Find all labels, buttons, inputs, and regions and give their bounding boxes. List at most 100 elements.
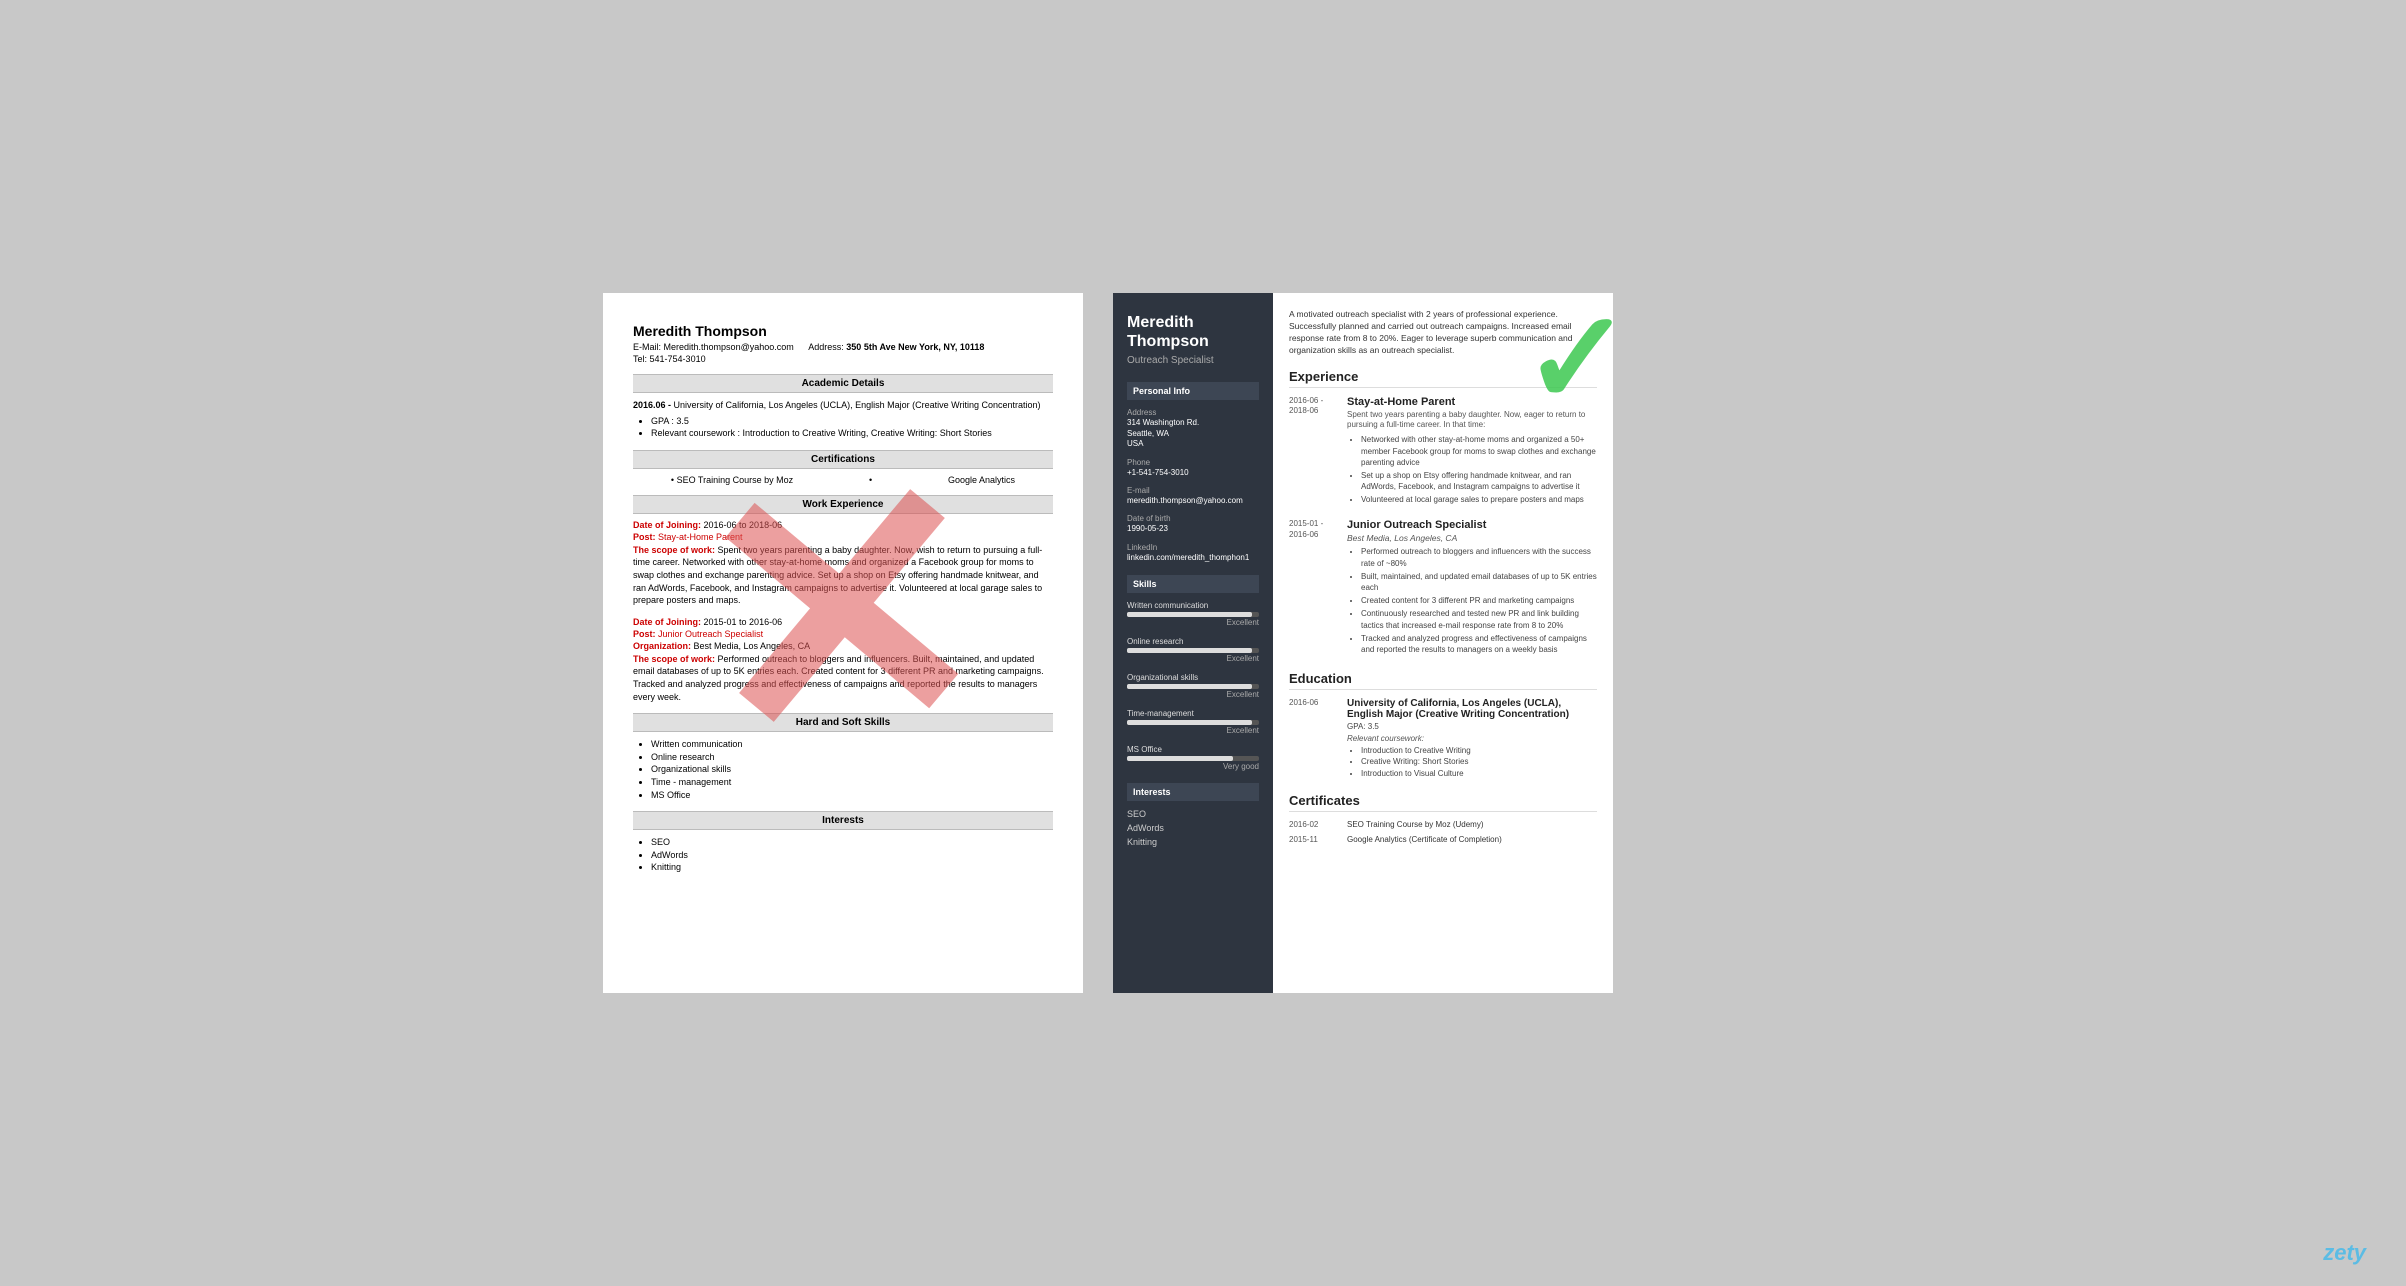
exp1-bullet-2: Set up a shop on Etsy offering handmade …	[1361, 470, 1597, 492]
course-1: Introduction to Creative Writing	[1361, 745, 1597, 756]
resume-bad: ✕ Meredith Thompson E-Mail: Meredith.tho…	[603, 293, 1083, 993]
zety-logo: zety	[2323, 1240, 2366, 1266]
exp1-body: Stay-at-Home Parent Spent two years pare…	[1347, 396, 1597, 508]
dob-label: Date of birth	[1127, 514, 1259, 523]
edu1-coursework: Introduction to Creative Writing Creativ…	[1361, 745, 1597, 779]
skill-1: Written communication	[651, 738, 1053, 751]
sidebar-name: Meredith Thompson	[1127, 313, 1259, 351]
tel-value: 541-754-3010	[650, 354, 706, 364]
education-title: Education	[1289, 671, 1597, 690]
summary: A motivated outreach specialist with 2 y…	[1289, 309, 1597, 357]
exp1-dates: 2016-06 - 2018-06	[1289, 396, 1339, 508]
sidebar: Meredith Thompson Outreach Specialist Pe…	[1113, 293, 1273, 993]
email-label: E-mail	[1127, 486, 1259, 495]
exp1-bullet-3: Volunteered at local garage sales to pre…	[1361, 494, 1597, 505]
tel-label: Tel:	[633, 354, 647, 364]
phone-label: Phone	[1127, 458, 1259, 467]
exp2-bullet-5: Tracked and analyzed progress and effect…	[1361, 633, 1597, 655]
edu-entry-1: 2016-06 University of California, Los An…	[1289, 698, 1597, 779]
personal-info-title: Personal Info	[1127, 382, 1259, 400]
exp2-bullet-4: Continuously researched and tested new P…	[1361, 608, 1597, 630]
cert-1: • SEO Training Course by Moz	[671, 475, 793, 485]
exp-entry-1: 2016-06 - 2018-06 Stay-at-Home Parent Sp…	[1289, 396, 1597, 508]
exp2-bullet-1: Performed outreach to bloggers and influ…	[1361, 546, 1597, 568]
exp1-bullets: Networked with other stay-at-home moms a…	[1361, 434, 1597, 505]
skill-3: Organizational skills	[651, 763, 1053, 776]
linkedin-label: LinkedIn	[1127, 543, 1259, 552]
skill-row-2: Online research Excellent	[1127, 637, 1259, 663]
certificates-title: Certificates	[1289, 793, 1597, 812]
edu-gpa: GPA : 3.5	[651, 415, 1053, 428]
cert-2: Google Analytics	[948, 475, 1015, 485]
edu1-coursework-label: Relevant coursework:	[1347, 734, 1597, 743]
skill-5: MS Office	[651, 789, 1053, 802]
skill-row-3: Organizational skills Excellent	[1127, 673, 1259, 699]
academic-header: Academic Details	[633, 374, 1053, 393]
work2-date: Date of Joining: 2015-01 to 2016-06	[633, 617, 1053, 627]
dob-value: 1990-05-23	[1127, 524, 1259, 534]
education-section: Education 2016-06 University of Californ…	[1289, 671, 1597, 779]
exp1-title: Stay-at-Home Parent	[1347, 396, 1597, 408]
interests-list: SEO AdWords Knitting	[651, 836, 1053, 874]
work-entry-2: Date of Joining: 2015-01 to 2016-06 Post…	[633, 617, 1053, 703]
resume-good: ✓ Meredith Thompson Outreach Specialist …	[1113, 293, 1613, 993]
edu-coursework: Relevant coursework : Introduction to Cr…	[651, 427, 1053, 440]
cert-entry-1: 2016-02 SEO Training Course by Moz (Udem…	[1289, 820, 1597, 829]
skills-header: Hard and Soft Skills	[633, 713, 1053, 732]
left-name: Meredith Thompson	[633, 323, 1053, 339]
linkedin-value: linkedin.com/meredith_thomphon1	[1127, 553, 1259, 563]
skill-row-5: MS Office Very good	[1127, 745, 1259, 771]
cert1-date: 2016-02	[1289, 820, 1339, 829]
skill-row-1: Written communication Excellent	[1127, 601, 1259, 627]
edu-date: 2016.06 - University of California, Los …	[633, 399, 1053, 412]
edu1-gpa: GPA: 3.5	[1347, 722, 1597, 731]
address-value: 314 Washington Rd. Seattle, WA USA	[1127, 418, 1259, 449]
interest-knitting: Knitting	[1127, 837, 1259, 847]
exp1-desc: Spent two years parenting a baby daughte…	[1347, 410, 1597, 431]
exp2-bullets: Performed outreach to bloggers and influ…	[1361, 546, 1597, 655]
work-header: Work Experience	[633, 495, 1053, 514]
work2-org: Organization: Best Media, Los Angeles, C…	[633, 641, 1053, 651]
email-label: E-Mail:	[633, 342, 661, 352]
exp2-company: Best Media, Los Angeles, CA	[1347, 533, 1597, 543]
skill-2: Online research	[651, 751, 1053, 764]
main-content: A motivated outreach specialist with 2 y…	[1273, 293, 1613, 993]
work2-post: Post: Junior Outreach Specialist	[633, 629, 1053, 639]
certificates-section: Certificates 2016-02 SEO Training Course…	[1289, 793, 1597, 844]
address-value: 350 5th Ave New York, NY, 10118	[846, 342, 984, 352]
work1-post: Post: Stay-at-Home Parent	[633, 532, 1053, 542]
exp1-bullet-1: Networked with other stay-at-home moms a…	[1361, 434, 1597, 468]
work2-scope: The scope of work: Performed outreach to…	[633, 653, 1053, 703]
exp2-title: Junior Outreach Specialist	[1347, 519, 1597, 531]
interests-header: Interests	[633, 811, 1053, 830]
interests-title: Interests	[1127, 783, 1259, 801]
interest-1: SEO	[651, 836, 1053, 849]
address-label: Address	[1127, 408, 1259, 417]
left-contact: E-Mail: Meredith.thompson@yahoo.com Addr…	[633, 342, 1053, 352]
cert-entry-2: 2015-11 Google Analytics (Certificate of…	[1289, 835, 1597, 844]
course-2: Creative Writing: Short Stories	[1361, 756, 1597, 767]
work1-scope: The scope of work: Spent two years paren…	[633, 544, 1053, 607]
cert2-name: Google Analytics (Certificate of Complet…	[1347, 835, 1502, 844]
main-container: ✕ Meredith Thompson E-Mail: Meredith.tho…	[603, 293, 1803, 993]
email-value: Meredith.thompson@yahoo.com	[664, 342, 794, 352]
experience-title: Experience	[1289, 369, 1597, 388]
experience-section: Experience 2016-06 - 2018-06 Stay-at-Hom…	[1289, 369, 1597, 658]
skill-4: Time - management	[651, 776, 1053, 789]
cert1-name: SEO Training Course by Moz (Udemy)	[1347, 820, 1484, 829]
certs-header: Certifications	[633, 450, 1053, 469]
email-value: meredith.thompson@yahoo.com	[1127, 496, 1259, 506]
address-label: Address:	[808, 342, 844, 352]
skill-row-4: Time-management Excellent	[1127, 709, 1259, 735]
edu1-title: University of California, Los Angeles (U…	[1347, 698, 1597, 720]
exp2-body: Junior Outreach Specialist Best Media, L…	[1347, 519, 1597, 657]
interest-adwords: AdWords	[1127, 823, 1259, 833]
skills-title: Skills	[1127, 575, 1259, 593]
exp2-bullet-3: Created content for 3 different PR and m…	[1361, 595, 1597, 606]
work1-date: Date of Joining: 2016-06 to 2018-06	[633, 520, 1053, 530]
interest-3: Knitting	[651, 861, 1053, 874]
course-3: Introduction to Visual Culture	[1361, 768, 1597, 779]
sidebar-title: Outreach Specialist	[1127, 355, 1259, 366]
edu1-date: 2016-06	[1289, 698, 1339, 779]
work-entry-1: Date of Joining: 2016-06 to 2018-06 Post…	[633, 520, 1053, 607]
